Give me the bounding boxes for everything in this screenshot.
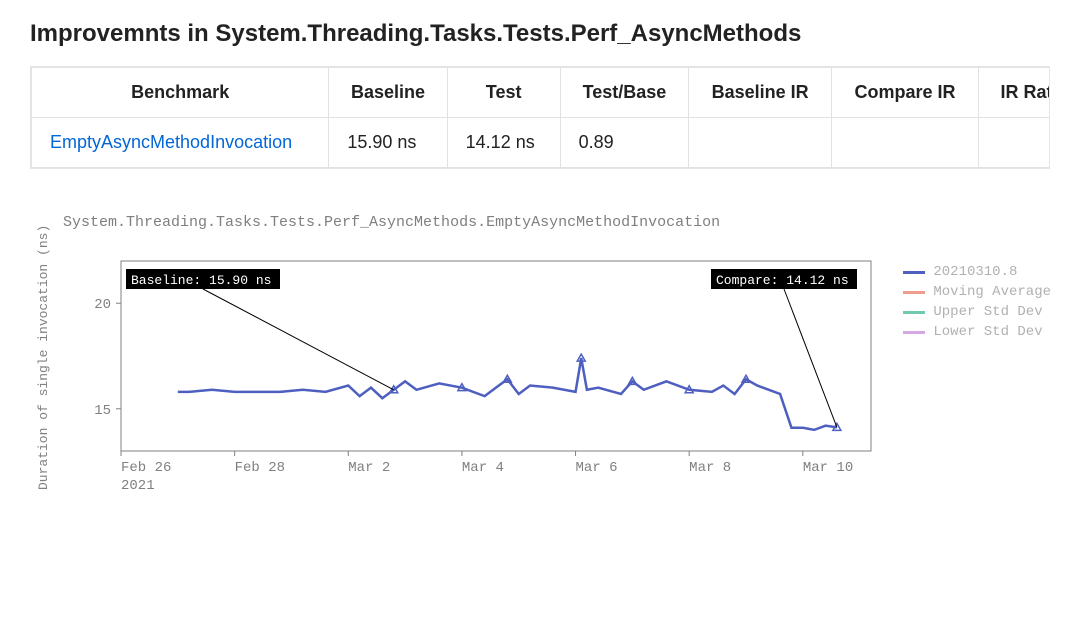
cell-baseline: 15.90 ns — [329, 118, 447, 168]
svg-text:Mar 10: Mar 10 — [803, 460, 853, 476]
benchmark-table: Benchmark Baseline Test Test/Base Baseli… — [31, 67, 1050, 168]
legend-upper-std: Upper Std Dev — [933, 304, 1042, 320]
cell-ratio: 0.89 — [560, 118, 689, 168]
benchmark-table-scroll[interactable]: Benchmark Baseline Test Test/Base Baseli… — [30, 66, 1050, 169]
cell-bir — [689, 118, 832, 168]
chart-legend: 20210310.8 Moving Average Upper Std Dev … — [903, 264, 1051, 344]
col-baseline-ir: Baseline IR — [689, 68, 832, 118]
perf-chart: Duration of single invocation (ns) Syste… — [30, 214, 1050, 501]
svg-text:20: 20 — [94, 297, 111, 313]
col-testbase: Test/Base — [560, 68, 689, 118]
svg-text:Compare: 14.12 ns: Compare: 14.12 ns — [716, 273, 849, 288]
legend-lower-std: Lower Std Dev — [933, 324, 1042, 340]
legend-moving-avg: Moving Average — [933, 284, 1051, 300]
svg-text:Mar 4: Mar 4 — [462, 460, 504, 476]
col-test: Test — [447, 68, 560, 118]
cell-irr — [979, 118, 1050, 168]
svg-text:Mar 8: Mar 8 — [689, 460, 731, 476]
col-benchmark: Benchmark — [32, 68, 329, 118]
chart-svg: 15 20 Feb 26 Feb 28 Mar 2 Mar 4 Mar 6 Mar 8 Mar … — [51, 241, 1051, 501]
col-compare-ir: Compare IR — [832, 68, 979, 118]
svg-text:Feb 26: Feb 26 — [121, 460, 171, 476]
benchmark-link[interactable]: EmptyAsyncMethodInvocation — [50, 132, 292, 152]
col-baseline: Baseline — [329, 68, 447, 118]
table-row: EmptyAsyncMethodInvocation 15.90 ns 14.1… — [32, 118, 1051, 168]
chart-title: System.Threading.Tasks.Tests.Perf_AsyncM… — [63, 214, 1051, 231]
svg-text:Feb 28: Feb 28 — [235, 460, 285, 476]
cell-benchmark: EmptyAsyncMethodInvocation — [32, 118, 329, 168]
cell-test: 14.12 ns — [447, 118, 560, 168]
table-header-row: Benchmark Baseline Test Test/Base Baseli… — [32, 68, 1051, 118]
svg-text:2021: 2021 — [121, 478, 155, 494]
cell-cir — [832, 118, 979, 168]
page-title: Improvemnts in System.Threading.Tasks.Te… — [30, 20, 1050, 48]
legend-series-main: 20210310.8 — [933, 264, 1017, 280]
svg-text:15: 15 — [94, 403, 111, 419]
svg-text:Mar 2: Mar 2 — [348, 460, 390, 476]
col-ir-ratio: IR Ratio — [979, 68, 1050, 118]
chart-ylabel: Duration of single invocation (ns) — [30, 214, 51, 501]
svg-text:Baseline: 15.90 ns: Baseline: 15.90 ns — [131, 273, 271, 288]
svg-text:Mar 6: Mar 6 — [576, 460, 618, 476]
